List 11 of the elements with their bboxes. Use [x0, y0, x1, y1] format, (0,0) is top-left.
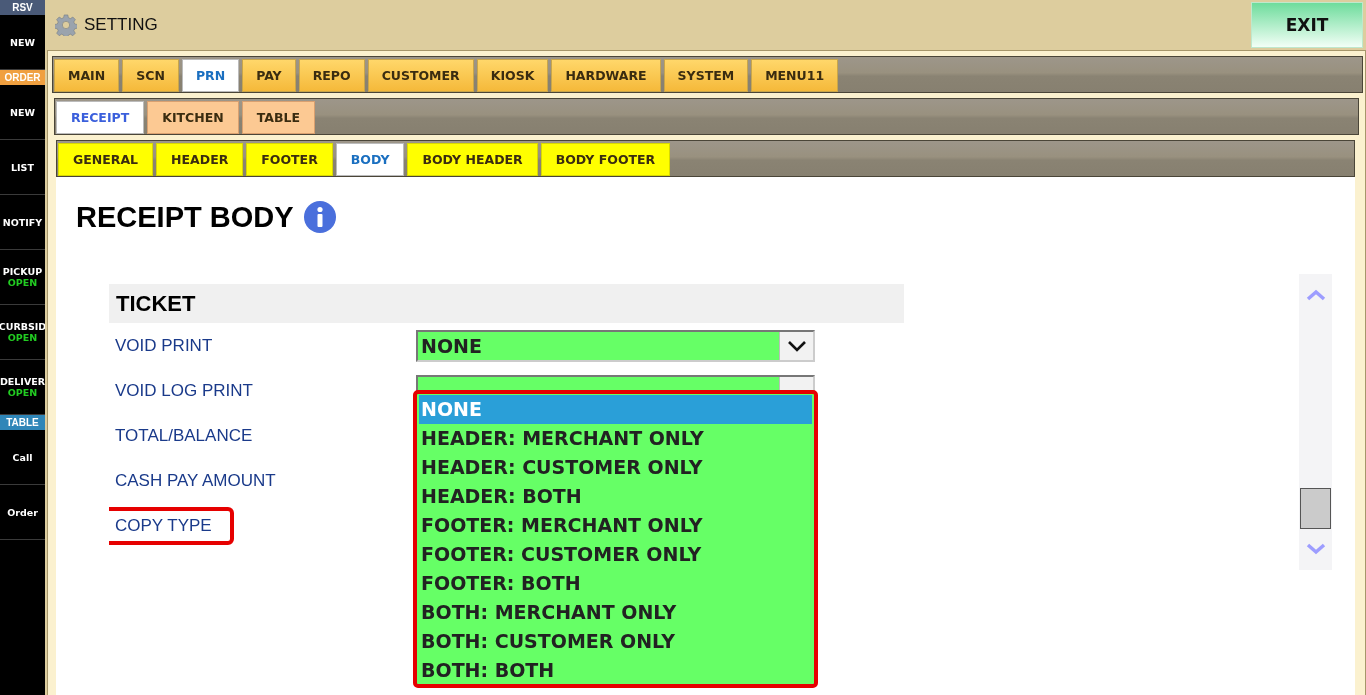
sidebar-section-label: RSV [0, 0, 45, 15]
section-header: TICKET [109, 284, 904, 323]
setting-label: CASH PAY AMOUNT [114, 469, 277, 492]
window-title: SETTING [84, 15, 158, 35]
sidebar-section-label: TABLE [0, 415, 45, 430]
setting-label: VOID PRINT [114, 334, 214, 357]
sidebar-section-label: ORDER [0, 70, 45, 85]
setting-label: COPY TYPE [109, 506, 234, 545]
page-title: RECEIPT BODY [76, 200, 294, 234]
setting-label: VOID LOG PRINT [114, 379, 254, 402]
setting-label: TOTAL/BALANCE [114, 424, 254, 447]
